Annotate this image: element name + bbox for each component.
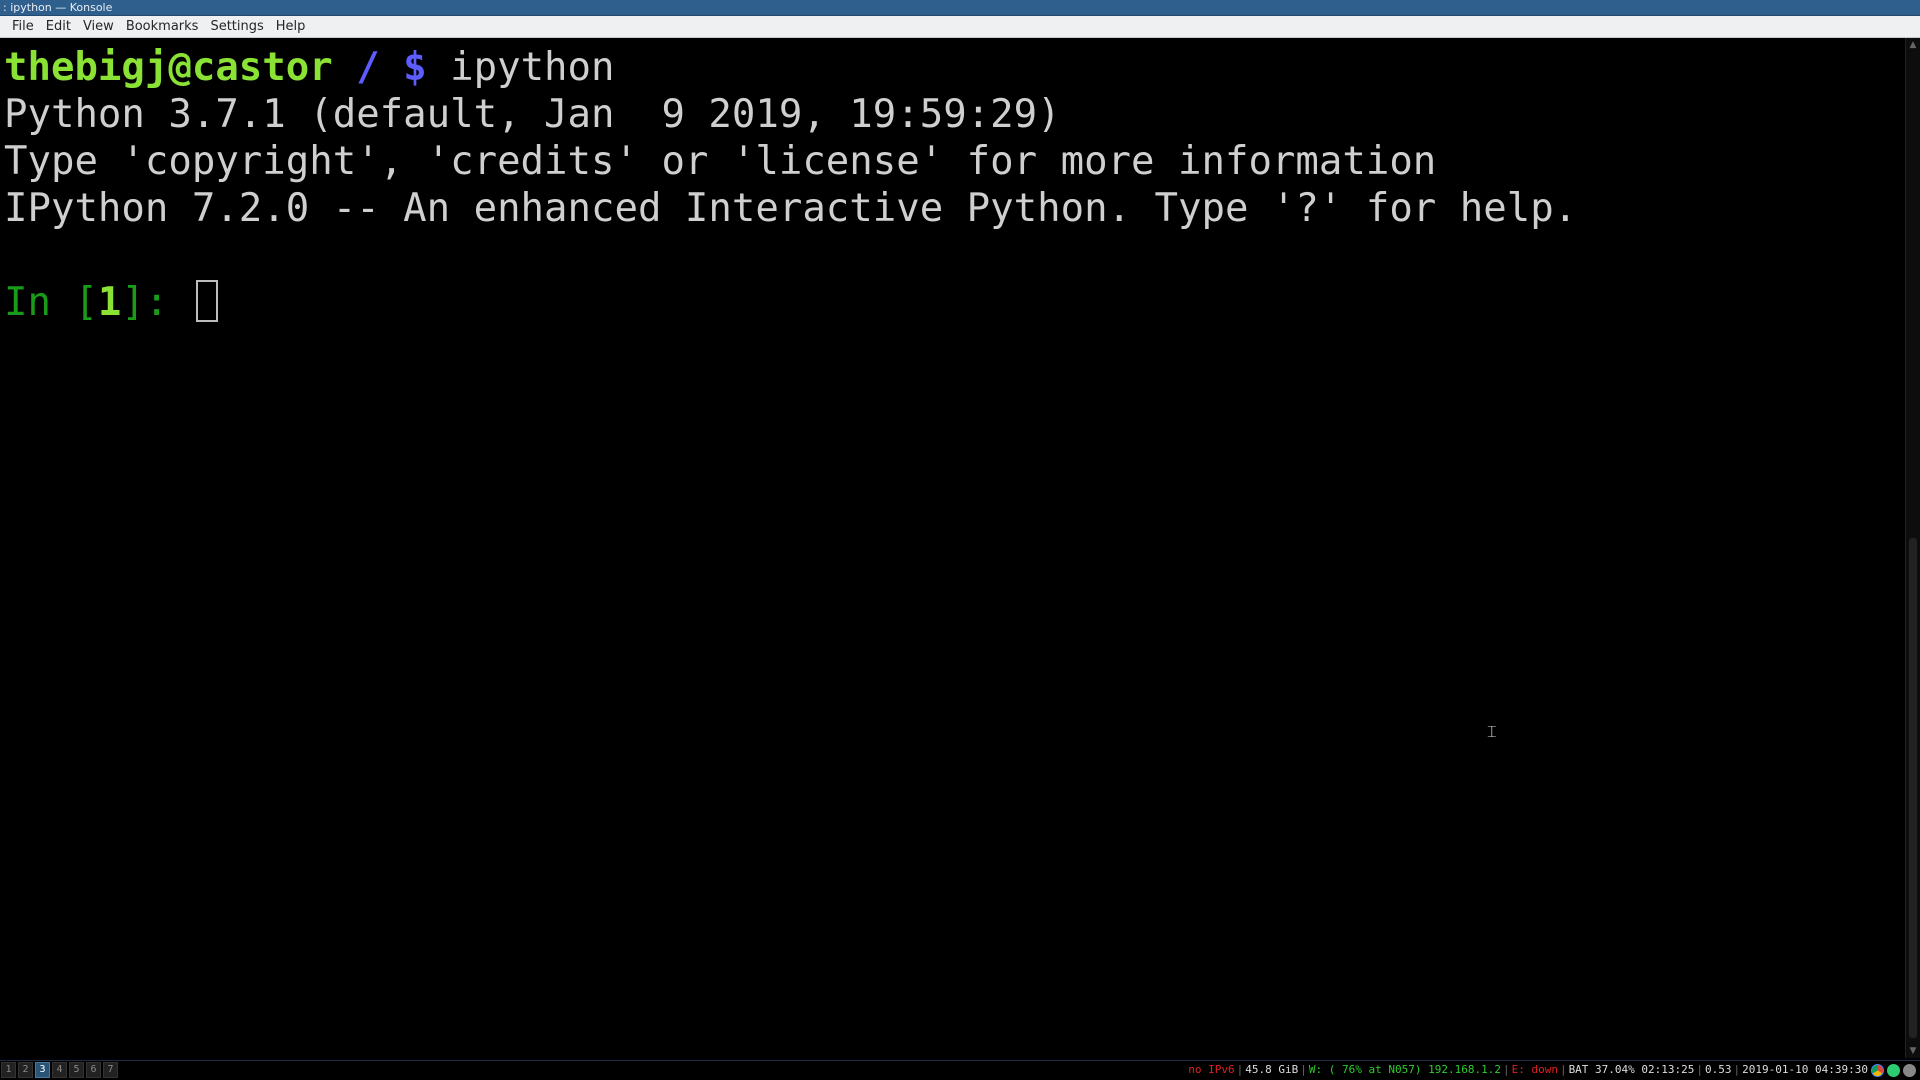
- status-bar: 1 2 3 4 5 6 7 no IPv6 | 45.8 GiB | W: ( …: [0, 1060, 1920, 1080]
- window-title: : ipython — Konsole: [3, 1, 113, 14]
- output-line-copyright: Type 'copyright', 'credits' or 'license'…: [4, 139, 1437, 184]
- output-line-ipython-version: IPython 7.2.0 -- An enhanced Interactive…: [4, 186, 1578, 231]
- status-icon[interactable]: [1903, 1063, 1916, 1077]
- status-separator: |: [1236, 1063, 1244, 1076]
- terminal-scrollbar[interactable]: ▲ ▼: [1905, 38, 1920, 1058]
- status-battery: BAT 37.04% 02:13:25: [1568, 1063, 1695, 1076]
- status-separator: |: [1559, 1063, 1567, 1076]
- window-titlebar[interactable]: : ipython — Konsole: [0, 0, 1920, 16]
- prompt-command: ipython: [426, 45, 615, 90]
- workspace-5[interactable]: 5: [69, 1062, 84, 1078]
- status-datetime: 2019-01-10 04:39:30: [1742, 1063, 1868, 1076]
- text-cursor: [195, 280, 218, 322]
- status-separator: |: [1300, 1063, 1307, 1076]
- menu-settings[interactable]: Settings: [204, 16, 269, 38]
- prompt-user-host: thebigj@castor: [4, 45, 333, 90]
- mouse-ibeam-icon: ⌶: [1487, 722, 1497, 741]
- status-disk: 45.8 GiB: [1245, 1063, 1299, 1076]
- workspace-2[interactable]: 2: [18, 1062, 33, 1078]
- scroll-down-icon[interactable]: ▼: [1906, 1044, 1920, 1058]
- status-separator: |: [1502, 1063, 1510, 1076]
- input-suffix: ]:: [121, 280, 192, 325]
- shell-prompt-line: thebigj@castor / $ ipython: [4, 44, 615, 91]
- input-prefix: In [: [4, 280, 98, 325]
- workspace-3[interactable]: 3: [35, 1062, 50, 1078]
- status-load: 0.53: [1705, 1063, 1732, 1076]
- status-ethernet: E: down: [1511, 1063, 1558, 1076]
- status-blocks: no IPv6 | 45.8 GiB | W: ( 76% at N057) 1…: [1188, 1061, 1916, 1079]
- status-wifi: W: ( 76% at N057) 192.168.1.2: [1308, 1063, 1501, 1076]
- chrome-icon[interactable]: [1871, 1063, 1884, 1077]
- input-number: 1: [97, 280, 122, 325]
- scroll-up-icon[interactable]: ▲: [1906, 38, 1920, 52]
- workspace-4[interactable]: 4: [52, 1062, 67, 1078]
- menu-help[interactable]: Help: [270, 16, 312, 38]
- workspace-1[interactable]: 1: [1, 1062, 16, 1078]
- menu-edit[interactable]: Edit: [40, 16, 77, 38]
- terminal-area[interactable]: thebigj@castor / $ ipython Python 3.7.1 …: [0, 38, 1905, 1058]
- status-separator: |: [1696, 1063, 1704, 1076]
- workspace-7[interactable]: 7: [103, 1062, 118, 1078]
- status-separator: |: [1733, 1063, 1741, 1076]
- network-icon[interactable]: [1887, 1063, 1900, 1077]
- ipython-input-prompt[interactable]: In [1]:: [4, 279, 218, 326]
- scrollbar-thumb[interactable]: [1909, 538, 1917, 1038]
- konsole-window: : ipython — Konsole File Edit View Bookm…: [0, 0, 1920, 1080]
- workspace-6[interactable]: 6: [86, 1062, 101, 1078]
- menu-file[interactable]: File: [6, 16, 40, 38]
- output-line-python-version: Python 3.7.1 (default, Jan 9 2019, 19:59…: [4, 92, 1061, 137]
- prompt-path: / $: [332, 45, 427, 90]
- status-ipv6: no IPv6: [1188, 1063, 1235, 1076]
- menu-bookmarks[interactable]: Bookmarks: [120, 16, 205, 38]
- menu-bar: File Edit View Bookmarks Settings Help: [0, 16, 1920, 38]
- menu-view[interactable]: View: [77, 16, 120, 38]
- workspace-switcher: 1 2 3 4 5 6 7: [1, 1062, 120, 1078]
